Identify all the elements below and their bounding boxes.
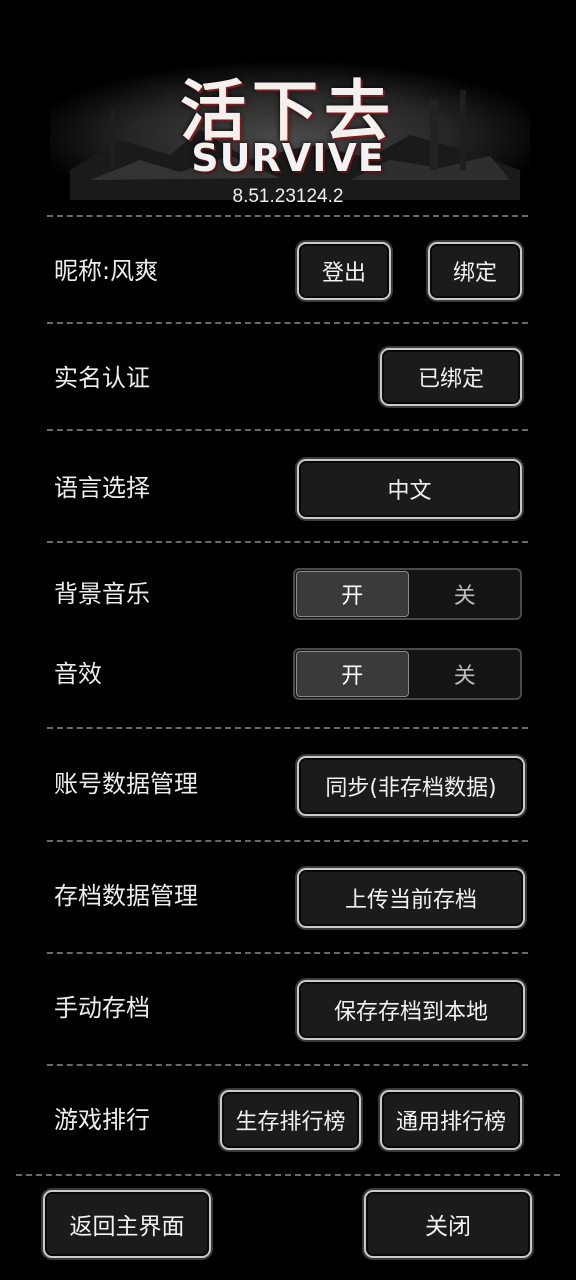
divider xyxy=(16,1174,560,1176)
divider xyxy=(47,429,528,431)
bind-button[interactable]: 绑定 xyxy=(428,242,522,300)
logout-button[interactable]: 登出 xyxy=(297,242,391,300)
close-button[interactable]: 关闭 xyxy=(364,1190,532,1258)
nickname-label: 昵称:风爽 xyxy=(54,257,159,285)
sfx-off-option[interactable]: 关 xyxy=(410,650,521,698)
account-data-label: 账号数据管理 xyxy=(54,770,198,798)
realname-label: 实名认证 xyxy=(54,364,150,392)
save-data-label: 存档数据管理 xyxy=(54,882,198,910)
sfx-toggle[interactable]: 开 关 xyxy=(293,648,522,700)
bgm-label: 背景音乐 xyxy=(54,580,150,608)
save-to-local-button[interactable]: 保存存档到本地 xyxy=(297,980,525,1040)
divider xyxy=(47,727,528,729)
bgm-on-option[interactable]: 开 xyxy=(296,571,409,617)
divider xyxy=(47,215,528,217)
divider xyxy=(47,1064,528,1066)
return-main-menu-button[interactable]: 返回主界面 xyxy=(43,1190,211,1258)
realname-bound-button[interactable]: 已绑定 xyxy=(380,348,522,406)
divider xyxy=(47,952,528,954)
bgm-toggle[interactable]: 开 关 xyxy=(293,568,522,620)
upload-save-button[interactable]: 上传当前存档 xyxy=(297,868,525,928)
divider xyxy=(47,322,528,324)
general-ranking-button[interactable]: 通用排行榜 xyxy=(380,1090,522,1150)
survival-ranking-button[interactable]: 生存排行榜 xyxy=(220,1090,361,1150)
divider xyxy=(47,541,528,543)
divider xyxy=(47,840,528,842)
ranking-label: 游戏排行 xyxy=(54,1106,150,1134)
header-banner: 活下去 SURVIVE 8.51.23124.2 xyxy=(0,0,576,214)
sfx-on-option[interactable]: 开 xyxy=(296,651,409,697)
version-number: 8.51.23124.2 xyxy=(232,186,344,207)
bgm-off-option[interactable]: 关 xyxy=(410,570,521,618)
sfx-label: 音效 xyxy=(54,660,102,688)
game-logo-english: SURVIVE xyxy=(191,136,385,180)
language-label: 语言选择 xyxy=(54,474,150,502)
manual-save-label: 手动存档 xyxy=(54,994,150,1022)
sync-data-button[interactable]: 同步(非存档数据) xyxy=(297,756,525,816)
language-select-button[interactable]: 中文 xyxy=(297,459,522,519)
